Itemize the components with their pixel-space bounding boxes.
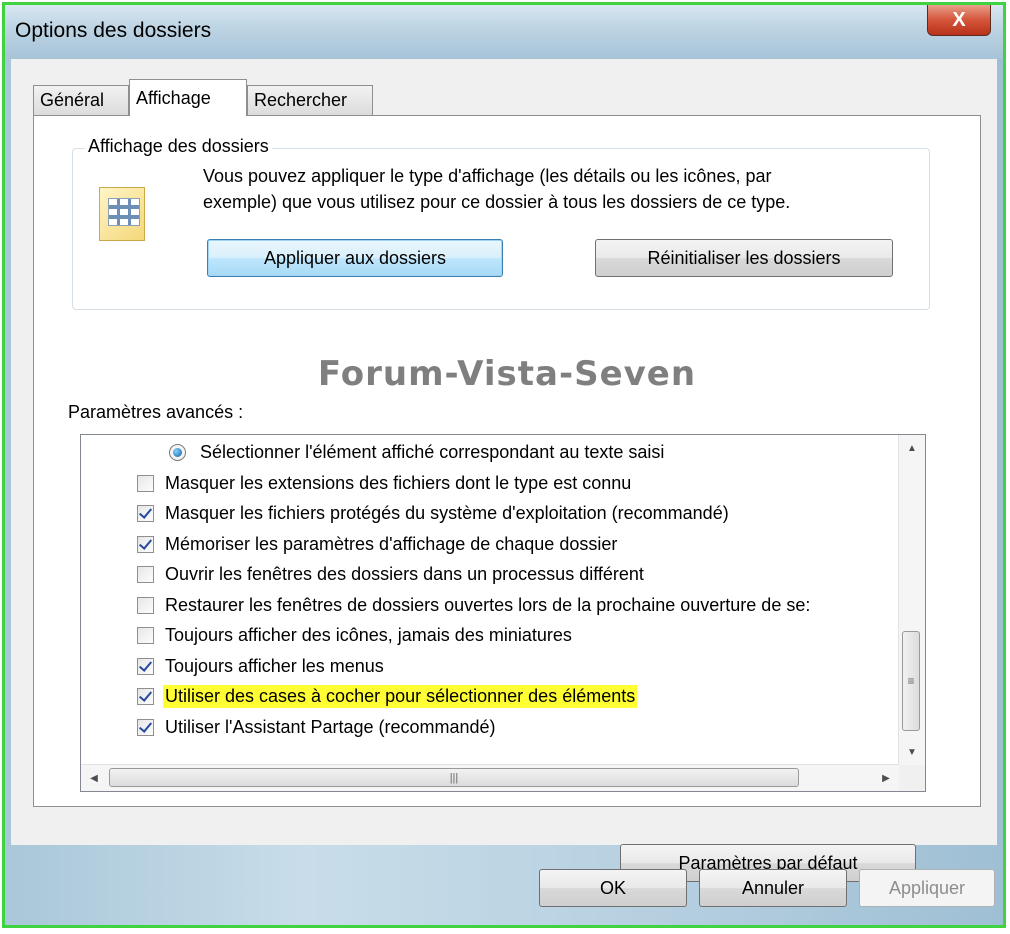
option-label: Ouvrir les fenêtres des dossiers dans un… — [165, 563, 644, 584]
tab-rechercher[interactable]: Rechercher — [247, 85, 373, 115]
cancel-button[interactable]: Annuler — [699, 869, 847, 907]
close-icon: X — [952, 8, 966, 31]
vertical-scrollbar[interactable]: ▲ ≡ ▼ — [898, 435, 925, 765]
radio-option[interactable]: Sélectionner l'élément affiché correspon… — [169, 437, 666, 467]
folder-options-window: Options des dossiers X Général Affichage… — [2, 2, 1006, 928]
scroll-left-arrow-icon[interactable]: ◀ — [81, 765, 107, 791]
folder-view-description-line1: Vous pouvez appliquer le type d'affichag… — [203, 166, 772, 186]
checkbox-option[interactable]: Restaurer les fenêtres de dossiers ouver… — [137, 590, 812, 620]
checkbox-option[interactable]: Ouvrir les fenêtres des dossiers dans un… — [137, 559, 646, 589]
watermark-text: Forum-Vista-Seven — [317, 354, 697, 394]
folder-view-group-label: Affichage des dossiers — [85, 136, 272, 157]
advanced-settings-label: Paramètres avancés : — [68, 402, 244, 422]
vertical-scroll-thumb[interactable]: ≡ — [902, 631, 920, 731]
advanced-settings-items: Sélectionner l'élément affiché correspon… — [81, 435, 899, 765]
option-label: Utiliser des cases à cocher pour sélecti… — [163, 684, 638, 708]
folder-view-description-line2: exemple) que vous utilisez pour ce dossi… — [203, 192, 791, 212]
checkbox-option[interactable]: Utiliser l'Assistant Partage (recommandé… — [137, 712, 498, 742]
checkbox-checked[interactable] — [137, 657, 154, 675]
option-label: Restaurer les fenêtres de dossiers ouver… — [165, 594, 811, 615]
apply-button[interactable]: Appliquer — [859, 869, 995, 907]
option-label: Toujours afficher des icônes, jamais des… — [165, 624, 572, 645]
option-label: Mémoriser les paramètres d'affichage de … — [165, 533, 618, 554]
scroll-down-arrow-icon[interactable]: ▼ — [899, 739, 925, 765]
checkbox-unchecked[interactable] — [137, 596, 154, 614]
checkbox-checked[interactable] — [137, 535, 154, 553]
option-label: Sélectionner l'élément affiché correspon… — [200, 441, 665, 462]
reset-folders-button[interactable]: Réinitialiser les dossiers — [595, 239, 893, 277]
scroll-up-arrow-icon[interactable]: ▲ — [899, 435, 925, 461]
folder-view-icon — [99, 187, 145, 241]
tab-general[interactable]: Général — [33, 85, 129, 115]
checkbox-unchecked[interactable] — [137, 626, 154, 644]
checkbox-checked[interactable] — [137, 718, 154, 736]
folder-view-group: Affichage des dossiers Vous pouvez appli… — [72, 136, 930, 310]
checkbox-option[interactable]: Toujours afficher les menus — [137, 651, 386, 681]
folder-view-description: Vous pouvez appliquer le type d'affichag… — [203, 163, 903, 215]
dialog-client-area: Général Affichage Rechercher Affichage d… — [11, 59, 997, 882]
tab-affichage[interactable]: Affichage — [129, 79, 247, 116]
option-label: Masquer les fichiers protégés du système… — [165, 502, 729, 523]
option-label: Masquer les extensions des fichiers dont… — [165, 472, 632, 493]
checkbox-option[interactable]: Toujours afficher des icônes, jamais des… — [137, 620, 574, 650]
option-label: Toujours afficher les menus — [165, 655, 384, 676]
checkbox-checked[interactable] — [137, 687, 154, 705]
radio-button[interactable] — [169, 443, 186, 461]
checkbox-unchecked[interactable] — [137, 474, 154, 492]
advanced-settings-list[interactable]: Sélectionner l'élément affiché correspon… — [80, 434, 926, 792]
window-title: Options des dossiers — [15, 19, 212, 42]
ok-button[interactable]: OK — [539, 869, 687, 907]
checkbox-option[interactable]: Masquer les fichiers protégés du système… — [137, 498, 731, 528]
horizontal-scrollbar[interactable]: ◀ ||| ▶ — [81, 764, 899, 791]
checkbox-option[interactable]: Mémoriser les paramètres d'affichage de … — [137, 529, 619, 559]
option-label: Utiliser l'Assistant Partage (recommandé… — [165, 716, 496, 737]
checkbox-option[interactable]: Masquer les extensions des fichiers dont… — [137, 468, 633, 498]
checkbox-option[interactable]: Utiliser des cases à cocher pour sélecti… — [137, 681, 638, 711]
checkbox-unchecked[interactable] — [137, 565, 154, 583]
close-button[interactable]: X — [927, 5, 991, 36]
scroll-right-arrow-icon[interactable]: ▶ — [873, 765, 899, 791]
apply-to-folders-button[interactable]: Appliquer aux dossiers — [207, 239, 503, 277]
scrollbar-corner — [899, 765, 925, 791]
horizontal-scroll-thumb[interactable]: ||| — [109, 768, 799, 787]
title-bar: Options des dossiers X — [5, 5, 1003, 59]
checkbox-checked[interactable] — [137, 504, 154, 522]
tab-panel-affichage: Affichage des dossiers Vous pouvez appli… — [33, 115, 981, 882]
